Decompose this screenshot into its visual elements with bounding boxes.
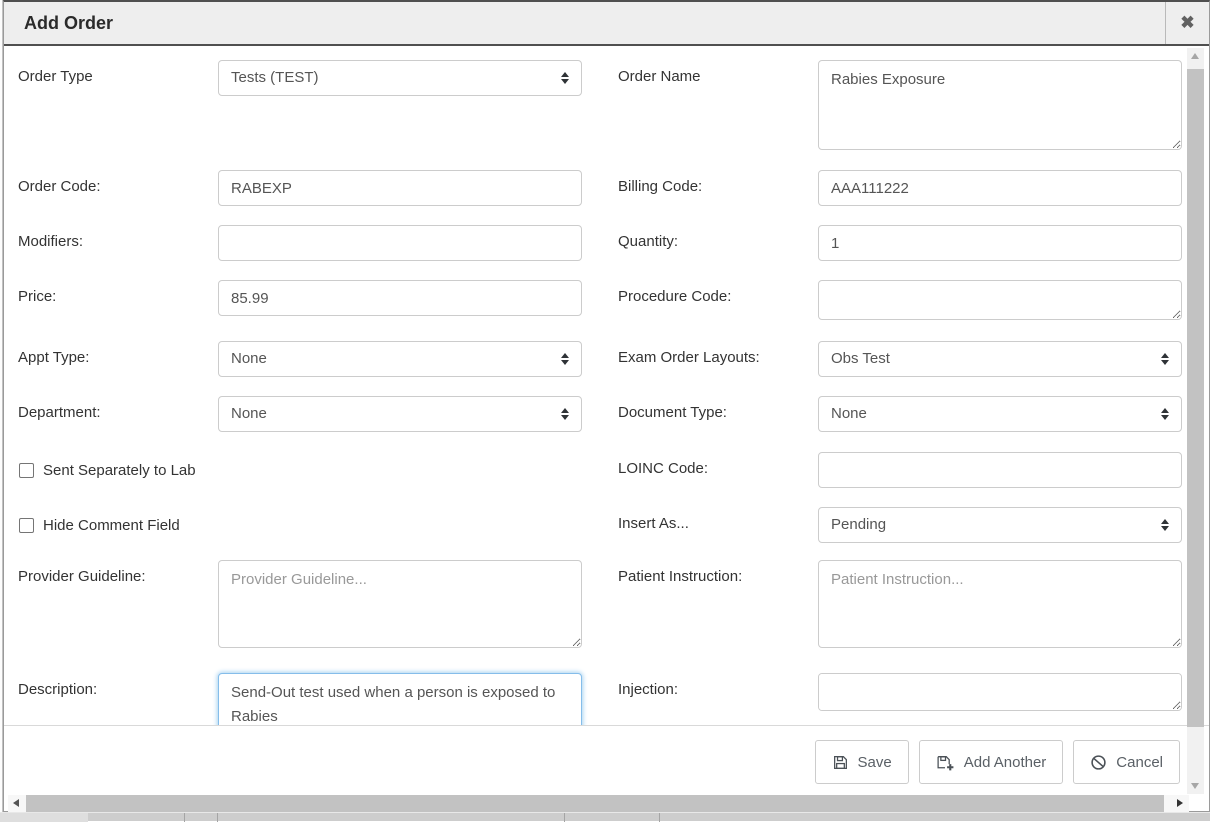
hide-comment-field-group: Hide Comment Field — [19, 507, 582, 537]
price-input[interactable] — [218, 280, 582, 316]
price-label: Price: — [18, 280, 218, 305]
modifiers-input[interactable] — [218, 225, 582, 261]
order-type-select[interactable]: Tests (TEST) — [218, 60, 582, 96]
appt-type-select[interactable]: None — [218, 341, 582, 377]
description-textarea[interactable]: Send-Out test used when a person is expo… — [218, 673, 582, 725]
scroll-up-icon[interactable] — [1191, 53, 1199, 59]
loinc-code-input[interactable] — [818, 452, 1182, 488]
patient-instruction-textarea[interactable] — [818, 560, 1182, 648]
form-row: Order Type Tests (TEST) Order Name Rabie… — [18, 60, 1209, 155]
select-arrows-icon — [561, 408, 569, 420]
loinc-code-label: LOINC Code: — [618, 452, 818, 477]
close-button[interactable]: ✖ — [1165, 2, 1209, 44]
provider-guideline-textarea[interactable] — [218, 560, 582, 648]
select-arrows-icon — [561, 353, 569, 365]
close-icon: ✖ — [1180, 13, 1194, 33]
scroll-down-icon[interactable] — [1191, 783, 1199, 789]
vertical-scrollbar[interactable] — [1187, 48, 1204, 794]
dialog-form: Order Type Tests (TEST) Order Name Rabie… — [4, 46, 1209, 725]
injection-label: Injection: — [618, 673, 818, 698]
horizontal-scrollbar[interactable] — [8, 795, 1189, 812]
insert-as-select[interactable]: Pending — [818, 507, 1182, 543]
select-arrows-icon — [1161, 353, 1169, 365]
horizontal-scrollbar-thumb[interactable] — [26, 795, 1164, 812]
form-row: Provider Guideline: Patient Instruction: — [18, 560, 1209, 653]
scroll-left-icon[interactable] — [13, 799, 19, 807]
quantity-input[interactable] — [818, 225, 1182, 261]
save-button[interactable]: Save — [815, 740, 909, 784]
cancel-button[interactable]: Cancel — [1073, 740, 1180, 784]
ban-icon — [1090, 754, 1107, 771]
order-type-label: Order Type — [18, 60, 218, 85]
add-order-dialog: Add Order ✖ Order Type Tests (TEST) Orde… — [3, 0, 1210, 812]
procedure-code-textarea[interactable] — [818, 280, 1182, 320]
procedure-code-label: Procedure Code: — [618, 280, 818, 305]
save-icon — [832, 754, 849, 771]
document-type-select[interactable]: None — [818, 396, 1182, 432]
select-arrows-icon — [561, 72, 569, 84]
form-row: Department: None Document Type: None — [18, 396, 1209, 432]
patient-instruction-label: Patient Instruction: — [618, 560, 818, 585]
exam-order-layouts-label: Exam Order Layouts: — [618, 341, 818, 366]
sent-separately-to-lab-group: Sent Separately to Lab — [19, 452, 582, 482]
sent-separately-to-lab-label: Sent Separately to Lab — [43, 462, 196, 479]
form-row: Hide Comment Field Insert As... Pending — [18, 507, 1209, 543]
hide-comment-field-label: Hide Comment Field — [43, 517, 180, 534]
add-another-button[interactable]: Add Another — [919, 740, 1064, 784]
scroll-right-icon[interactable] — [1177, 799, 1183, 807]
order-name-textarea[interactable]: Rabies Exposure — [818, 60, 1182, 150]
provider-guideline-label: Provider Guideline: — [18, 560, 218, 585]
form-row: Appt Type: None Exam Order Layouts: Obs … — [18, 341, 1209, 377]
vertical-scrollbar-thumb[interactable] — [1187, 69, 1204, 727]
billing-code-label: Billing Code: — [618, 170, 818, 195]
form-row: Order Code: Billing Code: — [18, 170, 1209, 206]
description-label: Description: — [18, 673, 218, 698]
form-row: Description: Send-Out test used when a p… — [18, 673, 1209, 725]
billing-code-input[interactable] — [818, 170, 1182, 206]
order-name-label: Order Name — [618, 60, 818, 85]
department-select[interactable]: None — [218, 396, 582, 432]
appt-type-label: Appt Type: — [18, 341, 218, 366]
select-arrows-icon — [1161, 519, 1169, 531]
modifiers-label: Modifiers: — [18, 225, 218, 250]
sent-separately-to-lab-checkbox[interactable] — [19, 463, 34, 478]
dialog-header: Add Order ✖ — [4, 2, 1209, 46]
insert-as-label: Insert As... — [618, 507, 818, 532]
exam-order-layouts-select[interactable]: Obs Test — [818, 341, 1182, 377]
background-page-strip — [0, 812, 1210, 821]
dialog-footer: Save Add Another Cancel — [4, 725, 1209, 796]
save-plus-icon — [936, 754, 955, 771]
dialog-title: Add Order — [24, 13, 113, 34]
select-arrows-icon — [1161, 408, 1169, 420]
injection-textarea[interactable] — [818, 673, 1182, 711]
form-row: Modifiers: Quantity: — [18, 225, 1209, 261]
quantity-label: Quantity: — [618, 225, 818, 250]
department-label: Department: — [18, 396, 218, 421]
document-type-label: Document Type: — [618, 396, 818, 421]
order-code-label: Order Code: — [18, 170, 218, 195]
hide-comment-field-checkbox[interactable] — [19, 518, 34, 533]
form-row: Sent Separately to Lab LOINC Code: — [18, 452, 1209, 488]
form-row: Price: Procedure Code: — [18, 280, 1209, 325]
order-code-input[interactable] — [218, 170, 582, 206]
